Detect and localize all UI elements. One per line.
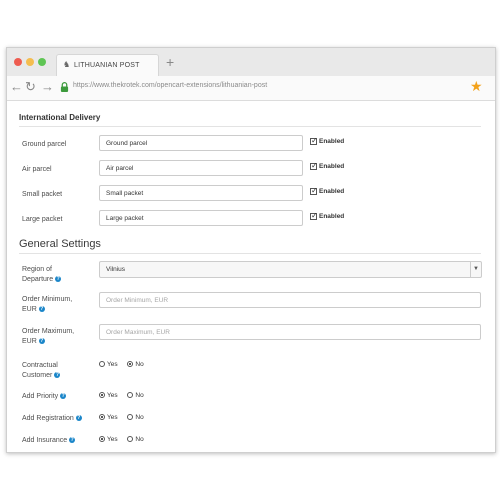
bookmark-star-icon[interactable]: ★ [470, 78, 483, 95]
yes-label: Yes [107, 414, 118, 421]
priority-yes-option[interactable]: Yes [99, 392, 118, 399]
yes-label: Yes [107, 436, 118, 443]
ground-parcel-label: Ground parcel [22, 141, 67, 148]
tab-bar: ♞ LITHUANIAN POST + [7, 48, 495, 77]
help-icon[interactable]: ? [38, 306, 45, 313]
region-label: Region of Departure? [22, 265, 62, 285]
chevron-down-icon: ▼ [470, 262, 481, 277]
small-packet-label: Small packet [22, 191, 63, 198]
registration-no-option[interactable]: No [127, 414, 144, 421]
enabled-label: Enabled [319, 163, 345, 171]
divider [19, 253, 481, 254]
enabled-label: Enabled [319, 213, 345, 221]
order-minimum-label-line-2: EUR [22, 306, 37, 313]
contractual-customer-label: Contractual Customer? [22, 361, 61, 381]
browser-toolbar: ← ↻ → https://www.thekrotek.com/opencart… [7, 76, 495, 101]
small-packet-enabled-checkbox[interactable]: ✓ Enabled [310, 186, 345, 196]
radio-checked-icon [99, 392, 105, 399]
help-icon[interactable]: ? [75, 415, 82, 422]
contractual-label-line-1: Contractual [22, 362, 58, 369]
help-icon[interactable]: ? [54, 372, 61, 379]
yes-label: Yes [107, 361, 118, 368]
add-insurance-radio-group: Yes No [99, 436, 152, 443]
ground-parcel-enabled-checkbox[interactable]: ✓ Enabled [310, 136, 345, 146]
small-packet-input[interactable]: Small packet [99, 185, 303, 201]
contractual-no-option[interactable]: No [127, 361, 144, 368]
registration-yes-option[interactable]: Yes [99, 414, 118, 421]
no-label: No [135, 436, 144, 443]
large-packet-label: Large packet [22, 216, 63, 223]
checkbox-checked-icon: ✓ [310, 136, 318, 145]
add-priority-radio-group: Yes No [99, 392, 152, 399]
international-delivery-heading: International Delivery [19, 113, 101, 122]
browser-tab[interactable]: ♞ LITHUANIAN POST [56, 54, 159, 77]
post-horn-icon: ♞ [63, 60, 71, 69]
add-insurance-text: Add Insurance [22, 437, 68, 444]
reload-icon[interactable]: ↻ [25, 80, 36, 94]
enabled-label: Enabled [319, 138, 345, 146]
order-maximum-label: Order Maximum, EUR? [22, 327, 74, 347]
air-parcel-enabled-checkbox[interactable]: ✓ Enabled [310, 161, 345, 171]
radio-unchecked-icon [99, 361, 105, 368]
help-icon[interactable]: ? [55, 276, 62, 283]
insurance-no-option[interactable]: No [127, 436, 144, 443]
order-maximum-input[interactable]: Order Maximum, EUR [99, 324, 481, 340]
page-content: International Delivery Ground parcel Gro… [7, 101, 495, 452]
radio-checked-icon [99, 414, 105, 421]
region-label-line-1: Region of [22, 266, 52, 273]
no-label: No [135, 361, 144, 368]
large-packet-enabled-checkbox[interactable]: ✓ Enabled [310, 211, 345, 221]
divider [19, 126, 481, 127]
no-label: No [135, 414, 144, 421]
new-tab-icon[interactable]: + [166, 54, 174, 70]
add-registration-radio-group: Yes No [99, 414, 152, 421]
contractual-label-line-2: Customer [22, 372, 53, 379]
priority-no-option[interactable]: No [127, 392, 144, 399]
yes-label: Yes [107, 392, 118, 399]
enabled-label: Enabled [319, 188, 345, 196]
region-select-value: Vilnius [106, 266, 126, 273]
add-priority-label: Add Priority? [22, 392, 67, 402]
air-parcel-input[interactable]: Air parcel [99, 160, 303, 176]
general-settings-heading: General Settings [19, 238, 101, 250]
help-icon[interactable]: ? [38, 338, 45, 345]
checkbox-checked-icon: ✓ [310, 186, 318, 195]
radio-checked-icon [99, 436, 105, 443]
close-window-button[interactable] [14, 58, 22, 66]
forward-arrow-icon[interactable]: → [41, 80, 54, 94]
minimize-window-button[interactable] [26, 58, 34, 66]
radio-checked-icon [127, 361, 134, 368]
air-parcel-label: Air parcel [22, 166, 52, 173]
region-label-line-2: Departure [22, 276, 54, 283]
radio-unchecked-icon [127, 392, 134, 399]
order-maximum-label-line-2: EUR [22, 338, 37, 345]
large-packet-input[interactable]: Large packet [99, 210, 303, 226]
add-registration-label: Add Registration? [22, 414, 82, 424]
help-icon[interactable]: ? [60, 393, 67, 400]
radio-unchecked-icon [127, 414, 134, 421]
maximize-window-button[interactable] [38, 58, 46, 66]
browser-window: ♞ LITHUANIAN POST + ← ↻ → https://www.th… [6, 47, 496, 453]
add-registration-text: Add Registration [22, 415, 74, 422]
lock-icon [60, 82, 69, 92]
no-label: No [135, 392, 144, 399]
tab-title: LITHUANIAN POST [74, 62, 140, 69]
checkbox-checked-icon: ✓ [310, 211, 318, 220]
contractual-yes-option[interactable]: Yes [99, 361, 118, 368]
order-maximum-label-line-1: Order Maximum, [22, 328, 75, 335]
order-minimum-label: Order Minimum, EUR? [22, 295, 72, 315]
add-insurance-label: Add Insurance? [22, 436, 76, 446]
address-bar[interactable]: https://www.thekrotek.com/opencart-exten… [73, 82, 267, 89]
checkbox-checked-icon: ✓ [310, 161, 318, 170]
contractual-customer-radio-group: Yes No [99, 361, 152, 368]
order-minimum-input[interactable]: Order Minimum, EUR [99, 292, 481, 308]
help-icon[interactable]: ? [69, 437, 76, 444]
insurance-yes-option[interactable]: Yes [99, 436, 118, 443]
ground-parcel-input[interactable]: Ground parcel [99, 135, 303, 151]
add-priority-text: Add Priority [22, 393, 59, 400]
radio-unchecked-icon [127, 436, 134, 443]
order-minimum-label-line-1: Order Minimum, [22, 296, 73, 303]
back-arrow-icon[interactable]: ← [10, 80, 23, 94]
region-select[interactable]: Vilnius ▼ [99, 261, 482, 278]
